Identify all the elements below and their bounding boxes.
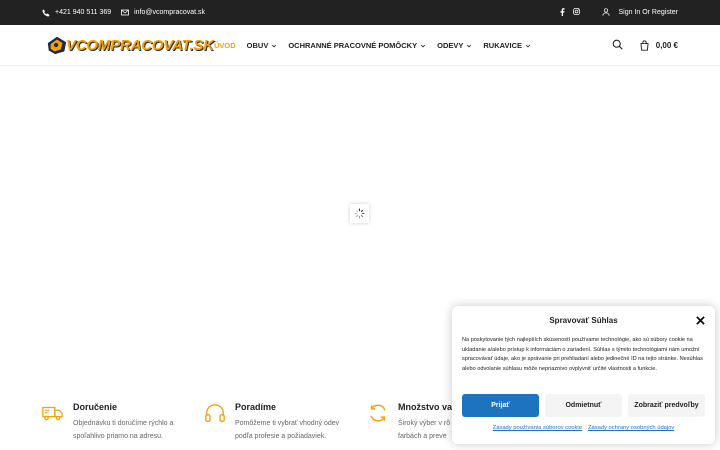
mail-icon	[121, 9, 130, 17]
feature-title: Množstvo var	[398, 402, 456, 412]
cookie-policy-link[interactable]: Zásady používania súborov cookie	[493, 425, 582, 431]
feature-desc: Široký výber v rô farbách a preve	[398, 420, 451, 440]
signin-link[interactable]: Sign In Or Register	[618, 9, 678, 16]
feature-title: Poradíme	[235, 402, 277, 412]
chevron-down-icon	[467, 44, 472, 47]
chevron-down-icon	[421, 44, 426, 47]
cart-total: 0,00 €	[655, 41, 678, 50]
logo-text-part2: PRACOVAT.SK	[110, 36, 214, 54]
nav-item-uvod[interactable]: ÚVOD	[214, 41, 236, 50]
feature-desc: Pomôžeme ti vybrať vhodný odev podľa pro…	[235, 420, 340, 440]
cookie-consent-dialog: Spravovať Súhlas Na poskytovanie tých na…	[452, 306, 715, 444]
cart-button[interactable]: 0,00 €	[639, 40, 678, 51]
feature-desc: Objednávku ti doručíme rýchlo a spoľahli…	[73, 420, 174, 440]
instagram-icon[interactable]	[573, 8, 581, 17]
truck-icon	[42, 406, 63, 421]
nav-label: OBUV	[246, 41, 269, 50]
phone-link[interactable]: +421 940 511 369	[42, 9, 111, 17]
logo-mark-icon	[47, 36, 67, 55]
deny-button[interactable]: Odmietnuť	[545, 394, 622, 417]
feature-advice: Poradíme Pomôžeme ti vybrať vhodný odev …	[204, 402, 350, 443]
nav-item-ochranne-pomocky[interactable]: OCHRANNÉ PRACOVNÉ POMÔCKY	[288, 41, 426, 50]
chevron-down-icon	[272, 44, 277, 47]
search-icon[interactable]	[612, 37, 623, 55]
feature-delivery: Doručenie Objednávku ti doručíme rýchlo …	[42, 402, 188, 443]
site-logo[interactable]: VCOMPRACOVAT.SK	[46, 33, 214, 57]
logo-text: VCOMPRACOVAT.SK	[66, 37, 214, 54]
shopping-bag-icon	[640, 40, 649, 51]
nav-label: RUKAVICE	[483, 41, 522, 50]
nav-label: ÚVOD	[214, 41, 236, 50]
privacy-policy-link[interactable]: Zásady ochrany osobných údajov	[588, 425, 674, 431]
main-header: VCOMPRACOVAT.SK ÚVOD OBUV OCHRANNÉ PRACO…	[0, 25, 720, 66]
nav-item-rukavice[interactable]: RUKAVICE	[483, 41, 531, 50]
email-link[interactable]: info@vcompracovat.sk	[121, 9, 205, 17]
logo-text-part1: VCOM	[66, 36, 111, 54]
phone-icon	[42, 9, 50, 17]
consent-text: Na poskytovanie tých najlepších skúsenos…	[462, 337, 703, 372]
chevron-down-icon	[525, 44, 531, 47]
user-icon[interactable]	[602, 7, 610, 18]
feature-title: Doručenie	[73, 402, 118, 412]
top-bar: +421 940 511 369 info@vcompracovat.sk Si…	[0, 0, 720, 25]
nav-item-odevy[interactable]: ODEVY	[437, 41, 472, 50]
consent-title: Spravovať Súhlas	[549, 316, 618, 325]
phone-number: +421 940 511 369	[55, 9, 112, 16]
close-icon[interactable]	[696, 316, 705, 325]
refresh-icon	[370, 404, 386, 422]
headphones-icon	[205, 404, 225, 422]
nav-item-obuv[interactable]: OBUV	[247, 41, 278, 50]
email-address: info@vcompracovat.sk	[134, 9, 206, 16]
page: +421 940 511 369 info@vcompracovat.sk Si…	[0, 0, 720, 450]
nav-label: ODEVY	[437, 41, 464, 50]
spinner-icon	[354, 208, 365, 219]
preferences-button[interactable]: Zobraziť predvoľby	[628, 394, 705, 417]
feature-variety: Množstvo var Široký výber v rô farbách a…	[367, 402, 460, 443]
loading-spinner	[350, 204, 369, 223]
facebook-icon[interactable]	[560, 7, 565, 18]
main-nav: ÚVOD OBUV OCHRANNÉ PRACOVNÉ POMÔCKY ODEV…	[214, 25, 531, 66]
nav-label: OCHRANNÉ PRACOVNÉ POMÔCKY	[288, 41, 418, 50]
accept-button[interactable]: Prijať	[462, 394, 539, 417]
